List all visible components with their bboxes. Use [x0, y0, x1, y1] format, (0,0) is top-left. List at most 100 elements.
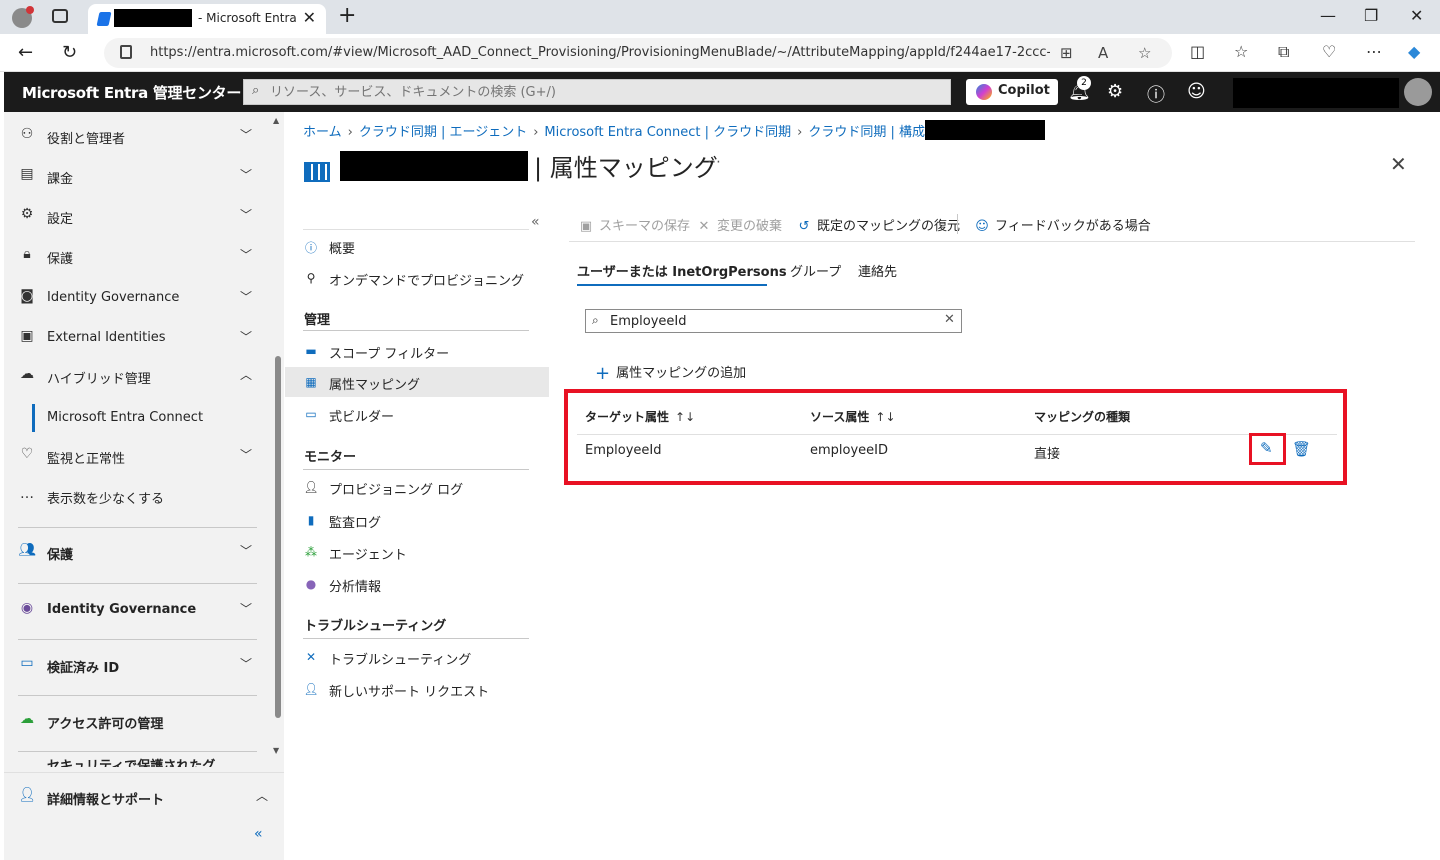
add-attribute-mapping-button[interactable]: + 属性マッピングの追加	[595, 362, 746, 384]
sidebar-section-secured-groups[interactable]: セキュリティで保護されたグ	[47, 755, 215, 767]
add-attribute-mapping-label: 属性マッピングの追加	[616, 366, 747, 381]
sidebar-scrollbar[interactable]: ▲ ▼	[272, 112, 284, 772]
sidebar-item-monitoring[interactable]: ♡ 監視と正常性 ﹀	[4, 438, 272, 474]
sidebar-section-verified-id[interactable]: ▭ 検証済み ID ﹀	[4, 647, 272, 683]
profile-icon[interactable]	[12, 6, 34, 28]
menu-item-attribute-mapping[interactable]: ▦ 属性マッピング	[285, 367, 549, 397]
column-header-source[interactable]: ソース属性 ↑↓	[810, 408, 896, 425]
tab-contacts[interactable]: 連絡先	[858, 261, 897, 280]
help-icon[interactable]: ⓘ	[1147, 81, 1165, 107]
breadcrumb-entra-connect[interactable]: Microsoft Entra Connect | クラウド同期	[544, 125, 791, 140]
favorite-star-icon[interactable]: ☆	[1138, 44, 1151, 62]
id-card-icon: ▭	[20, 655, 34, 671]
url-field[interactable]: https://entra.microsoft.com/#view/Micros…	[104, 38, 1172, 68]
global-search[interactable]: ⌕	[243, 79, 951, 105]
breadcrumb-agents[interactable]: クラウド同期 | エージェント	[359, 125, 527, 140]
sidebar-section-permissions[interactable]: ☁ アクセス許可の管理	[4, 703, 272, 739]
chevron-down-icon: ﹀	[240, 330, 253, 344]
attribute-filter[interactable]: ⌕ ✕	[585, 309, 962, 333]
breadcrumb-config[interactable]: クラウド同期 | 構成	[808, 125, 925, 140]
tab-users[interactable]: ユーザーまたは InetOrgPersons	[577, 261, 787, 280]
restore-icon[interactable]: ❐	[1364, 6, 1378, 25]
collapse-sidebar-icon[interactable]: «	[254, 826, 263, 842]
menu-item-audit-logs[interactable]: ▮ 監査ログ	[285, 505, 549, 535]
global-search-input[interactable]	[270, 83, 930, 101]
support-icon: 👤︎	[303, 682, 319, 696]
tab-groups[interactable]: グループ	[790, 261, 841, 280]
sidebar-item-external-identities[interactable]: ▣ External Identities ﹀	[4, 320, 272, 356]
feedback-icon[interactable]: ☺	[1187, 81, 1206, 102]
menu-item-provisioning-logs[interactable]: 👤︎ プロビジョニング ログ	[285, 472, 549, 502]
delete-mapping-icon[interactable]: 🗑︎	[1292, 440, 1311, 458]
chevron-down-icon: ﹀	[240, 544, 253, 558]
hybrid-cloud-icon: ☁	[20, 366, 34, 382]
breadcrumb-home[interactable]: ホーム	[303, 125, 342, 140]
sidebar-item-settings[interactable]: ⚙ 設定 ﹀	[4, 198, 272, 234]
sidebar-item-identity-governance[interactable]: ◙ Identity Governance ﹀	[4, 280, 272, 316]
sidebar-item-billing[interactable]: ▤ 課金 ﹀	[4, 158, 272, 194]
app-available-icon[interactable]: ⊞	[1060, 44, 1073, 62]
tab-actions-icon[interactable]	[52, 9, 68, 23]
sidebar-section-identity-governance[interactable]: ◉ Identity Governance ﹀	[4, 592, 272, 628]
sort-icon[interactable]: ↑↓	[675, 410, 695, 424]
collapse-menu-icon[interactable]: «	[531, 214, 540, 230]
copilot-label: Copilot	[998, 83, 1050, 98]
expression-icon: ▭	[305, 407, 317, 421]
save-schema-button[interactable]: ▣ スキーマの保存	[577, 215, 690, 234]
chevron-down-icon: ﹀	[240, 248, 253, 262]
column-header-mapping-type: マッピングの種類	[1034, 410, 1131, 424]
attribute-filter-input[interactable]	[610, 313, 930, 329]
menu-item-insights[interactable]: ● 分析情報	[285, 569, 549, 599]
copilot-browser-icon[interactable]: ◆	[1408, 42, 1420, 61]
sidebar-item-show-less[interactable]: … 表示数を少なくする	[4, 478, 272, 514]
refresh-icon[interactable]: ↻	[62, 42, 77, 63]
menu-item-expression-builder[interactable]: ▭ 式ビルダー	[285, 399, 549, 429]
url-text: https://entra.microsoft.com/#view/Micros…	[150, 45, 1050, 60]
browser-essentials-icon[interactable]: ♡	[1322, 42, 1336, 61]
edit-mapping-button[interactable]: ✎	[1249, 433, 1286, 465]
sidebar-section-protection[interactable]: 👥︎ 保護 ﹀	[4, 534, 272, 570]
column-header-target[interactable]: ターゲット属性 ↑↓	[585, 408, 695, 425]
sidebar-item-protection[interactable]: 🔒︎ 保護 ﹀	[4, 238, 272, 274]
scroll-thumb[interactable]	[275, 356, 281, 718]
menu-item-scope-filter[interactable]: ▬ スコープ フィルター	[285, 336, 549, 366]
menu-item-label: プロビジョニング ログ	[329, 483, 464, 498]
scroll-down-icon[interactable]: ▼	[273, 746, 279, 755]
more-actions-icon[interactable]: ⋯	[707, 154, 721, 170]
sidebar-item-learn-support[interactable]: 👤︎ 詳細情報とサポート ︿	[4, 779, 272, 815]
new-tab-icon[interactable]: +	[338, 3, 356, 28]
sidebar-item-label: 検証済み ID	[47, 661, 120, 676]
portal-brand[interactable]: Microsoft Entra 管理センター	[22, 82, 241, 103]
close-tab-icon[interactable]: ✕	[303, 8, 316, 27]
minimize-icon[interactable]: —	[1320, 6, 1336, 25]
sort-icon[interactable]: ↑↓	[875, 410, 895, 424]
settings-gear-icon[interactable]: ⚙	[1107, 81, 1123, 102]
sidebar-item-hybrid[interactable]: ☁ ハイブリッド管理 ︿	[4, 358, 272, 394]
menu-item-agents[interactable]: ⁂ エージェント	[285, 537, 549, 567]
browser-tab[interactable]: - Microsoft Entra ✕	[88, 4, 326, 34]
clear-filter-icon[interactable]: ✕	[944, 312, 955, 327]
scroll-up-icon[interactable]: ▲	[273, 116, 279, 125]
plus-icon: +	[595, 363, 611, 384]
discard-changes-button[interactable]: ✕ 変更の破棄	[695, 215, 782, 234]
close-blade-icon[interactable]: ✕	[1390, 152, 1407, 176]
restore-default-mappings-button[interactable]: ↺ 既定のマッピングの復元	[795, 215, 960, 234]
sidebar-item-entra-connect[interactable]: Microsoft Entra Connect	[32, 404, 262, 432]
avatar[interactable]	[1404, 78, 1432, 106]
favorites-icon[interactable]: ☆	[1234, 42, 1248, 61]
account-redacted[interactable]	[1233, 78, 1399, 108]
sidebar-item-roles[interactable]: ⚇ 役割と管理者 ﹀	[4, 118, 272, 154]
menu-item-troubleshooting[interactable]: ✕ トラブルシューティング	[285, 642, 549, 672]
copilot-button[interactable]: Copilot	[966, 79, 1058, 105]
more-options-icon[interactable]: ⋯	[1366, 42, 1382, 61]
split-screen-icon[interactable]: ◫	[1190, 42, 1205, 61]
feedback-button[interactable]: ☺ フィードバックがある場合	[973, 215, 1151, 234]
close-window-icon[interactable]: ✕	[1410, 6, 1423, 25]
back-icon[interactable]: ←	[18, 42, 33, 63]
collections-icon[interactable]: ⧉	[1278, 42, 1289, 62]
read-aloud-icon[interactable]: A	[1098, 44, 1108, 62]
menu-item-overview[interactable]: ⓘ 概要	[285, 231, 549, 261]
menu-item-provision-on-demand[interactable]: ⚲ オンデマンドでプロビジョニング	[285, 263, 549, 293]
menu-item-new-support-request[interactable]: 👤︎ 新しいサポート リクエスト	[285, 674, 549, 704]
pencil-icon: ✎	[1260, 439, 1273, 457]
